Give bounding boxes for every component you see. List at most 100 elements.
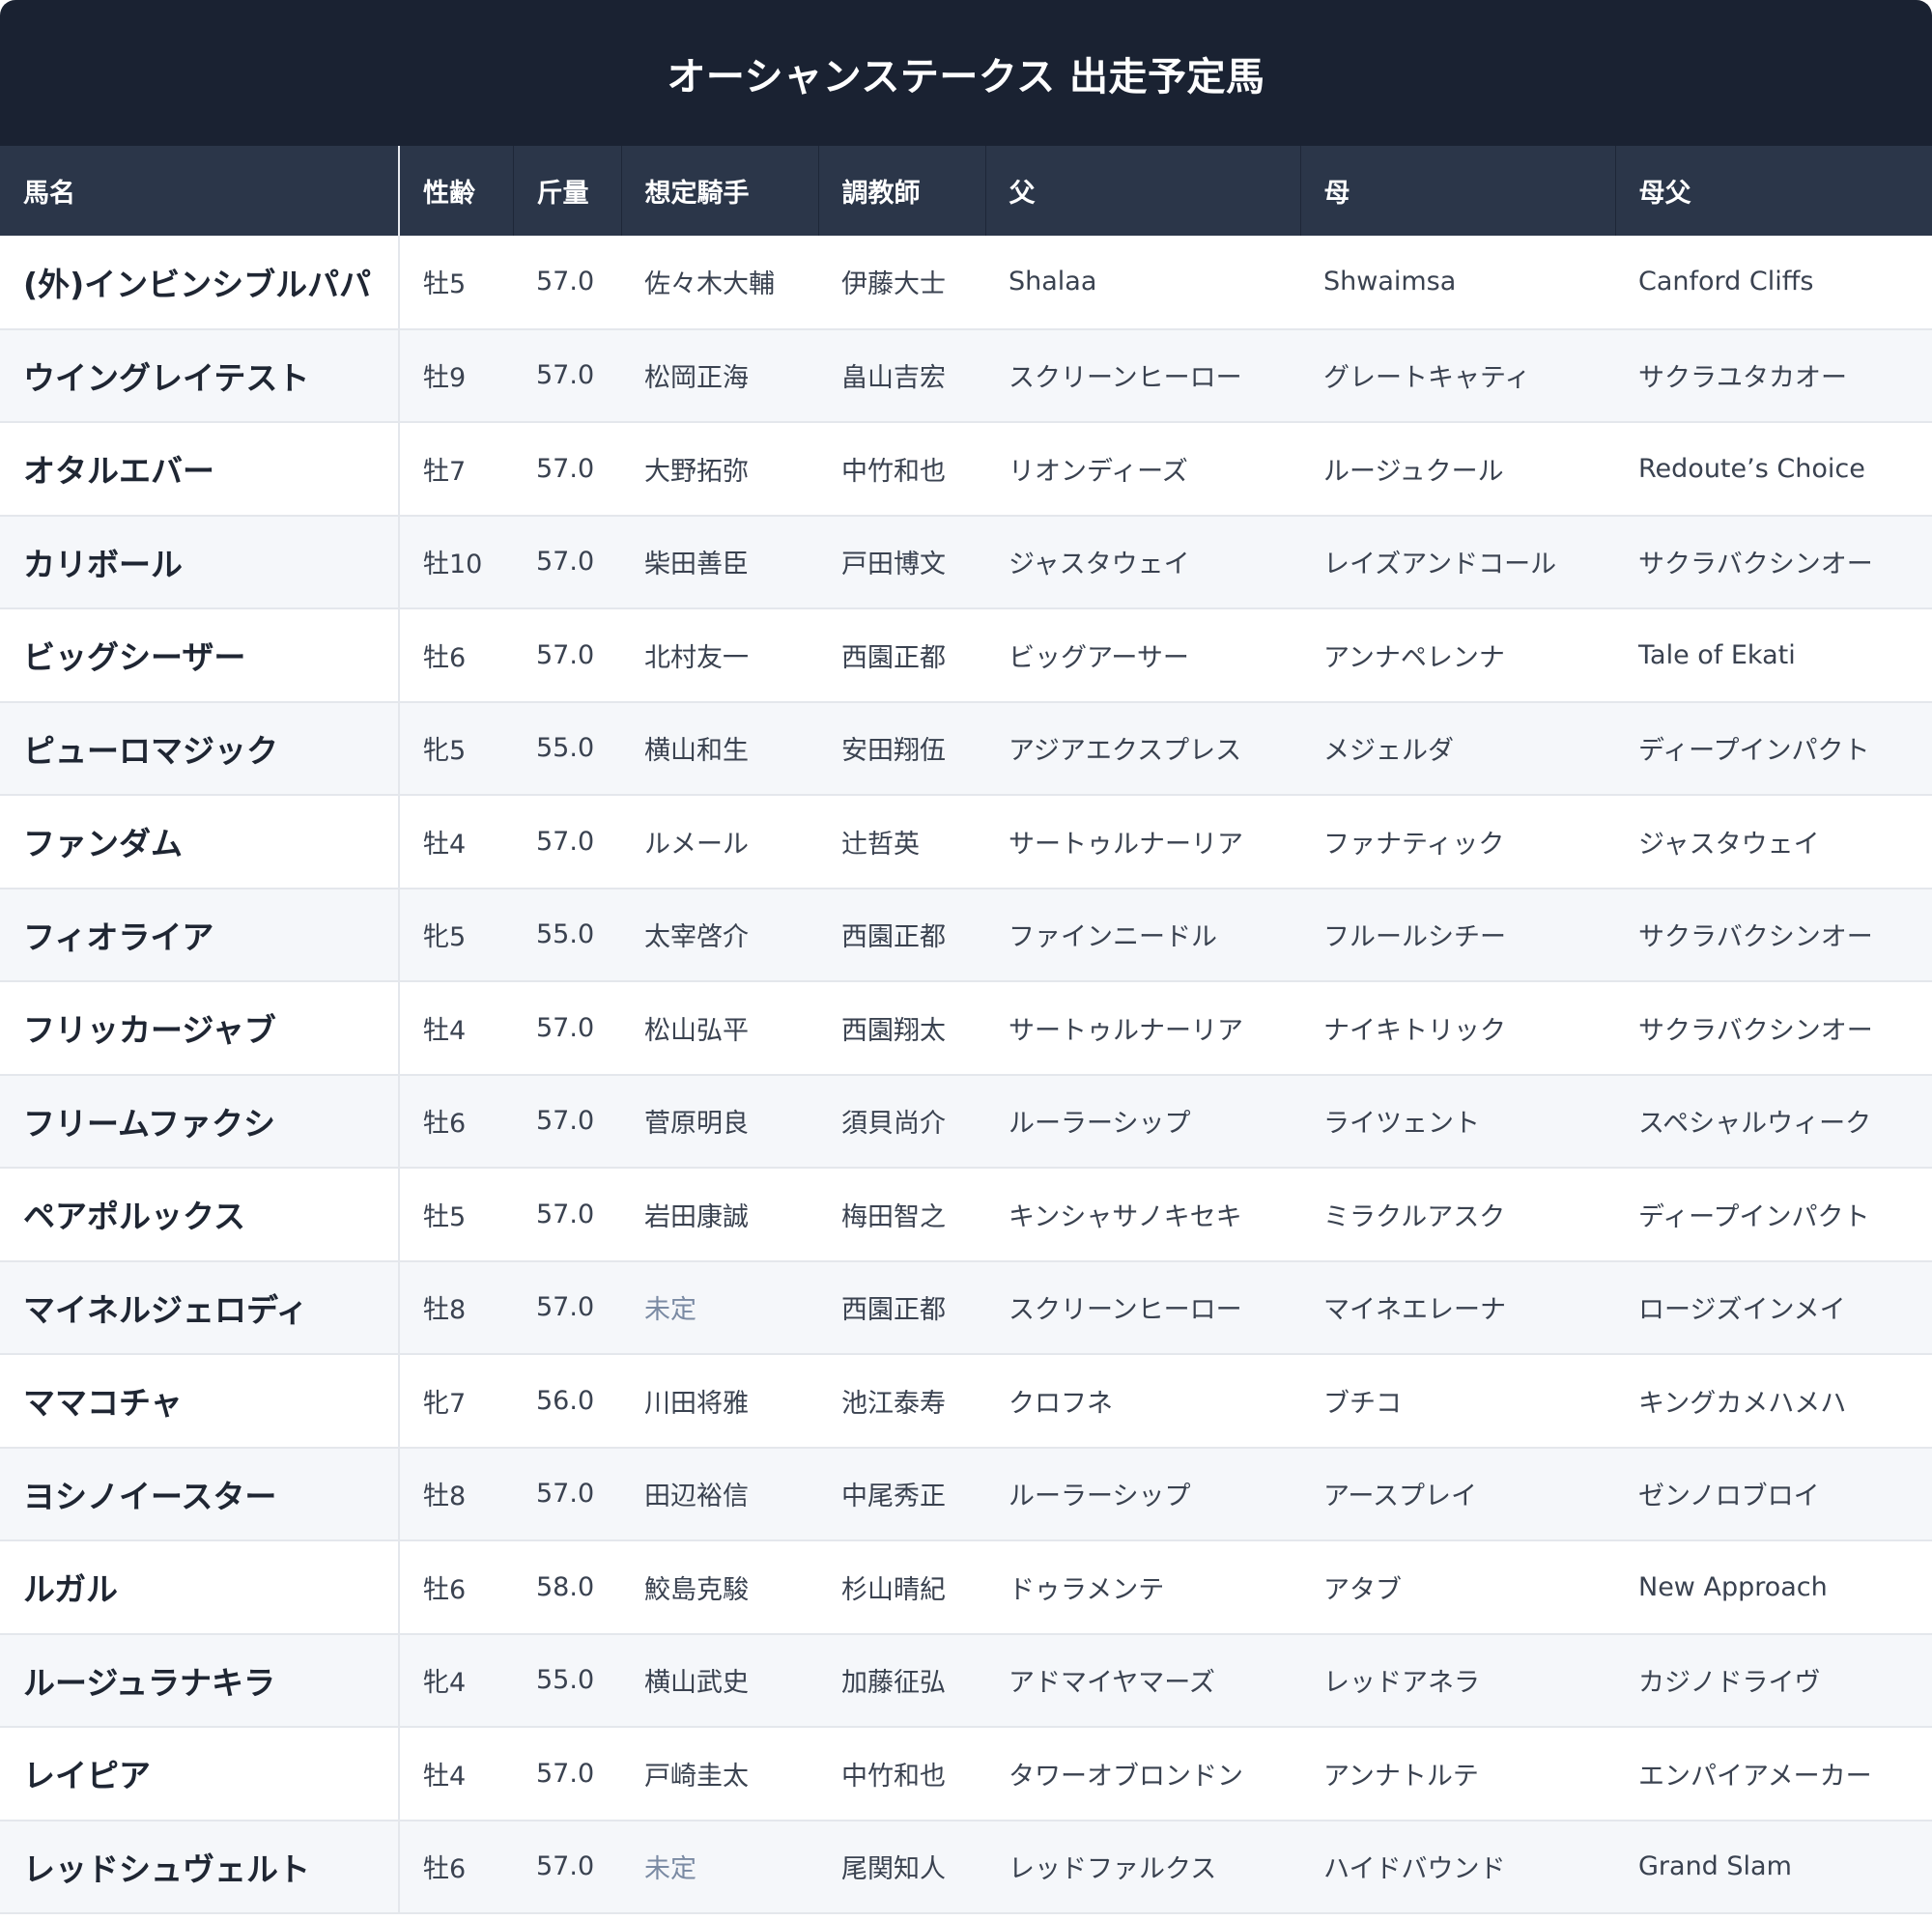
cell-sire: ファインニードル xyxy=(1009,922,1217,953)
entries-table: 馬名 性齢 斤量 想定騎手 調教師 父 母 母父 (外)インビンシブルパパ 牡5 5… xyxy=(0,146,1932,1914)
cell-weight: 57.0 xyxy=(536,826,595,857)
column-header-damsire: 母父 xyxy=(1638,179,1691,209)
cell-dam: フルールシチー xyxy=(1323,922,1506,953)
cell-horse-name: マイネルジェロディ xyxy=(0,1260,400,1354)
cell-trainer: 西園正都 xyxy=(841,642,946,673)
table-row: ルージュラナキラ 牝4 55.0 横山武史 加藤征弘 アドマイヤマーズ レッドアネラ カジノド… xyxy=(0,1633,1932,1727)
table-row: (外)インビンシブルパパ 牡5 57.0 佐々木大輔 伊藤大士 Shalaa Shwaims… xyxy=(0,236,1932,329)
cell-jockey: ルメール xyxy=(644,829,749,860)
cell-sire: ルーラーシップ xyxy=(1009,1482,1191,1512)
cell-trainer: 畠山吉宏 xyxy=(841,363,946,394)
cell-jockey: 川田将雅 xyxy=(644,1388,749,1419)
cell-dam: ミラクルアスク xyxy=(1323,1201,1506,1232)
cell-weight: 57.0 xyxy=(536,267,595,297)
cell-sex-age: 牡4 xyxy=(423,829,467,860)
table-row: レッドシュヴェルト 牡6 57.0 未定 尾関知人 レッドファルクス ハイドバウンド Gran… xyxy=(0,1820,1932,1913)
cell-damsire: サクラバクシンオー xyxy=(1638,1015,1873,1046)
cell-damsire: スペシャルウィーク xyxy=(1638,1109,1872,1140)
column-header-weight: 斤量 xyxy=(513,146,622,236)
cell-jockey: 岩田康誠 xyxy=(644,1201,749,1232)
cell-horse-name: フリッカージャブ xyxy=(0,981,400,1075)
cell-sex-age: 牡6 xyxy=(423,642,467,673)
cell-jockey: 大野拓弥 xyxy=(644,456,749,487)
cell-damsire: ゼンノロブロイ xyxy=(1638,1482,1820,1512)
cell-horse-name: ファンダム xyxy=(0,795,400,889)
cell-dam: グレートキャティ xyxy=(1323,363,1531,394)
table-row: ママコチャ 牝7 56.0 川田将雅 池江泰寿 クロフネ ブチコ キングカメハメハ xyxy=(0,1354,1932,1448)
cell-weight: 57.0 xyxy=(536,547,595,578)
cell-dam: レッドアネラ xyxy=(1323,1668,1480,1699)
cell-jockey: 松岡正海 xyxy=(644,363,749,394)
cell-jockey: 太宰啓介 xyxy=(644,922,749,953)
cell-horse-name: レッドシュヴェルト xyxy=(0,1820,400,1913)
cell-trainer: 池江泰寿 xyxy=(841,1388,946,1419)
cell-sex-age: 牡5 xyxy=(423,269,467,300)
cell-sex-age: 牝5 xyxy=(423,736,467,767)
cell-trainer: 西園翔太 xyxy=(841,1015,946,1046)
cell-sire: サートゥルナーリア xyxy=(1009,1015,1243,1046)
cell-trainer: 加藤征弘 xyxy=(841,1668,946,1699)
cell-sex-age: 牝5 xyxy=(423,922,467,953)
table-body: (外)インビンシブルパパ 牡5 57.0 佐々木大輔 伊藤大士 Shalaa Shwaims… xyxy=(0,236,1932,1913)
cell-sex-age: 牡4 xyxy=(423,1015,467,1046)
cell-jockey: 田辺裕信 xyxy=(644,1482,749,1512)
cell-horse-name: ウイングレイテスト xyxy=(0,328,400,422)
cell-sex-age: 牡10 xyxy=(423,550,483,580)
cell-sire: ジャスタウェイ xyxy=(1009,550,1190,580)
cell-damsire: サクラバクシンオー xyxy=(1638,922,1873,953)
cell-horse-name: (外)インビンシブルパパ xyxy=(0,236,400,329)
cell-dam: マイネエレーナ xyxy=(1323,1295,1506,1326)
cell-weight: 55.0 xyxy=(536,1665,595,1696)
cell-horse-name: フィオライア xyxy=(0,888,400,981)
entries-card: オーシャンステークス 出走予定馬 馬名 性齢 斤量 想定騎手 調教師 父 母 母… xyxy=(0,0,1932,1920)
page-title: オーシャンステークス 出走予定馬 xyxy=(667,54,1265,99)
cell-damsire: サクラバクシンオー xyxy=(1638,550,1873,580)
table-header: 馬名 性齢 斤量 想定騎手 調教師 父 母 母父 xyxy=(0,146,1932,236)
cell-damsire: ジャスタウェイ xyxy=(1638,829,1820,860)
cell-jockey: 戸崎圭太 xyxy=(644,1761,749,1792)
cell-sire: アドマイヤマーズ xyxy=(1009,1668,1215,1699)
cell-dam: ブチコ xyxy=(1323,1388,1402,1419)
cell-damsire: ディープインパクト xyxy=(1638,1201,1870,1232)
cell-trainer: 西園正都 xyxy=(841,1295,946,1326)
cell-trainer: 尾関知人 xyxy=(841,1854,946,1885)
column-header-dam: 母 xyxy=(1300,146,1616,236)
table-row: オタルエバー 牡7 57.0 大野拓弥 中竹和也 リオンディーズ ルージュクール Redout… xyxy=(0,422,1932,516)
cell-sire: タワーオブロンドン xyxy=(1009,1761,1243,1792)
cell-trainer: 伊藤大士 xyxy=(841,269,946,300)
cell-jockey: 未定 xyxy=(644,1295,696,1326)
cell-dam: ファナティック xyxy=(1323,829,1505,860)
cell-jockey: 鮫島克駿 xyxy=(644,1574,749,1605)
cell-trainer: 須貝尚介 xyxy=(841,1109,946,1140)
cell-dam: ルージュクール xyxy=(1323,456,1504,487)
table-row: ビッグシーザー 牡6 57.0 北村友一 西園正都 ビッグアーサー アンナペレンナ Tale … xyxy=(0,608,1932,702)
cell-horse-name: フリームファクシ xyxy=(0,1074,400,1168)
cell-trainer: 戸田博文 xyxy=(841,550,946,580)
cell-horse-name: ピューロマジック xyxy=(0,701,400,795)
cell-jockey: 横山和生 xyxy=(644,736,749,767)
cell-dam: アンナペレンナ xyxy=(1323,642,1505,673)
cell-sex-age: 牡6 xyxy=(423,1109,467,1140)
cell-sex-age: 牡7 xyxy=(423,456,467,487)
cell-weight: 57.0 xyxy=(536,453,595,484)
cell-trainer: 西園正都 xyxy=(841,922,946,953)
cell-dam: メジェルダ xyxy=(1323,736,1454,767)
cell-jockey: 佐々木大輔 xyxy=(644,269,775,300)
cell-weight: 57.0 xyxy=(536,1199,595,1229)
cell-trainer: 安田翔伍 xyxy=(841,736,946,767)
table-row: カリボール 牡10 57.0 柴田善臣 戸田博文 ジャスタウェイ レイズアンドコール サクラバ… xyxy=(0,515,1932,608)
cell-damsire: カジノドライヴ xyxy=(1638,1668,1821,1699)
table-row: ルガル 牡6 58.0 鮫島克駿 杉山晴紀 ドゥラメンテ アタブ New Approach xyxy=(0,1540,1932,1634)
cell-jockey: 横山武史 xyxy=(644,1668,749,1699)
table-row: マイネルジェロディ 牡8 57.0 未定 西園正都 スクリーンヒーロー マイネエレーナ ロージ… xyxy=(0,1260,1932,1354)
cell-weight: 57.0 xyxy=(536,1292,595,1323)
cell-sire: Shalaa xyxy=(1009,267,1097,297)
cell-trainer: 中竹和也 xyxy=(841,456,946,487)
cell-weight: 57.0 xyxy=(536,1012,595,1043)
cell-horse-name: ペアポルックス xyxy=(0,1168,400,1261)
cell-weight: 57.0 xyxy=(536,360,595,391)
cell-dam: Shwaimsa xyxy=(1323,267,1457,297)
cell-sire: サートゥルナーリア xyxy=(1009,829,1243,860)
cell-damsire: Tale of Ekati xyxy=(1638,639,1796,670)
table-row: ペアポルックス 牡5 57.0 岩田康誠 梅田智之 キンシャサノキセキ ミラクルアスク ディー… xyxy=(0,1168,1932,1261)
